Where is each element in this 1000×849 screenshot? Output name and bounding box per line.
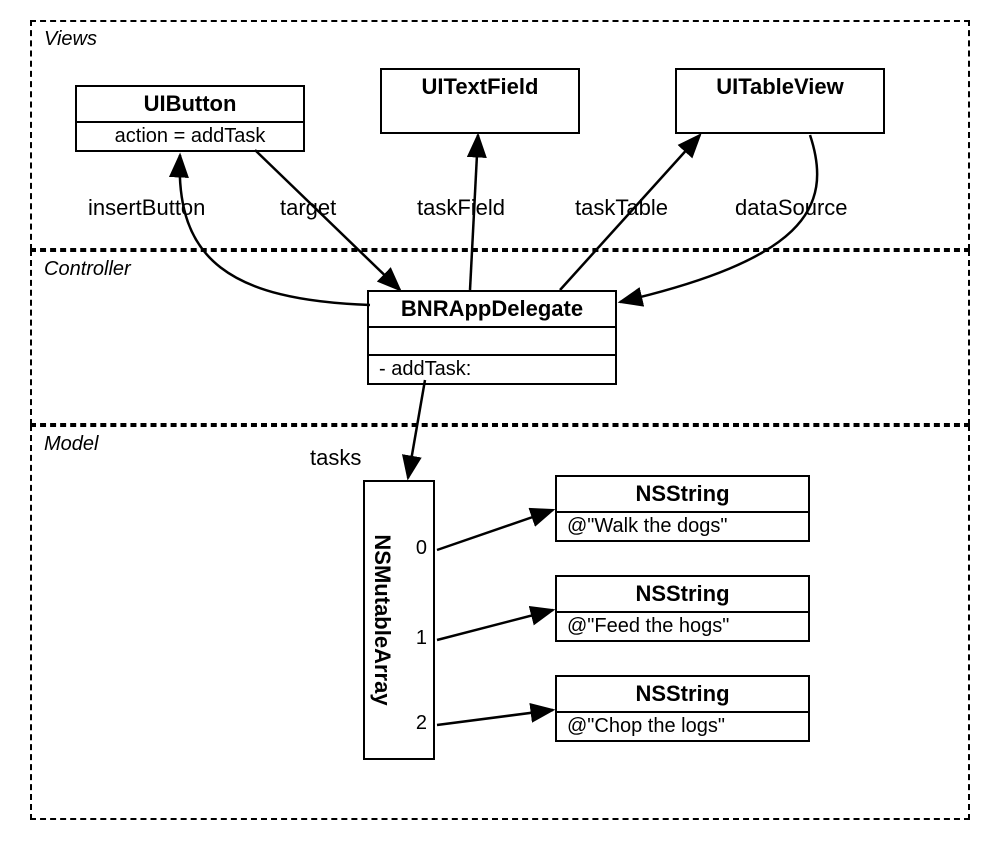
views-label: Views <box>44 28 97 51</box>
bnrappdelegate-box: BNRAppDelegate - addTask: <box>367 290 617 385</box>
nsstring-box-1: NSString @"Feed the hogs" <box>555 575 810 642</box>
label-datasource: dataSource <box>735 195 848 221</box>
label-insertbutton: insertButton <box>88 195 205 221</box>
nsstring-title-0: NSString <box>557 477 808 513</box>
uibutton-title: UIButton <box>77 87 303 123</box>
nsstring-title-2: NSString <box>557 677 808 713</box>
bnrappdelegate-method: - addTask: <box>369 356 615 383</box>
uitextfield-title: UITextField <box>382 70 578 104</box>
nsmutablearray-box: NSMutableArray 0 1 2 <box>363 480 435 760</box>
bnrappdelegate-empty <box>369 328 615 354</box>
nsmutablearray-title: NSMutableArray <box>369 534 395 705</box>
label-target: target <box>280 195 336 221</box>
label-tasktable: taskTable <box>575 195 668 221</box>
label-taskfield: taskField <box>417 195 505 221</box>
nsstring-value-0: @"Walk the dogs" <box>557 513 808 540</box>
uibutton-action: action = addTask <box>77 123 303 150</box>
label-tasks: tasks <box>310 445 361 471</box>
nsstring-box-0: NSString @"Walk the dogs" <box>555 475 810 542</box>
array-index-1: 1 <box>416 627 427 650</box>
array-index-0: 0 <box>416 537 427 560</box>
nsstring-value-1: @"Feed the hogs" <box>557 613 808 640</box>
nsstring-box-2: NSString @"Chop the logs" <box>555 675 810 742</box>
uitableview-title: UITableView <box>677 70 883 104</box>
nsstring-title-1: NSString <box>557 577 808 613</box>
uitextfield-box: UITextField <box>380 68 580 134</box>
model-label: Model <box>44 433 98 456</box>
controller-label: Controller <box>44 258 131 281</box>
uibutton-box: UIButton action = addTask <box>75 85 305 152</box>
uitableview-box: UITableView <box>675 68 885 134</box>
model-section: Model <box>30 425 970 820</box>
array-index-2: 2 <box>416 712 427 735</box>
nsstring-value-2: @"Chop the logs" <box>557 713 808 740</box>
bnrappdelegate-title: BNRAppDelegate <box>369 292 615 328</box>
